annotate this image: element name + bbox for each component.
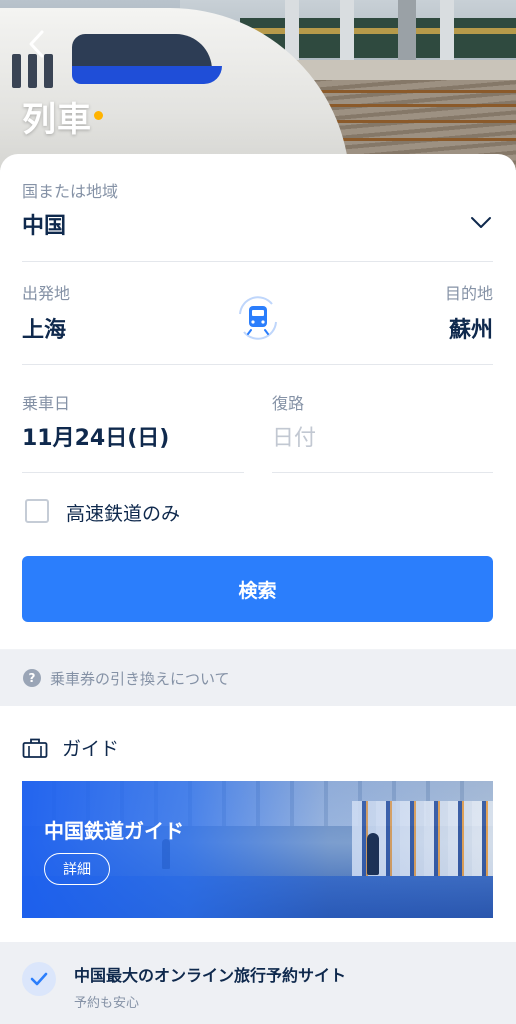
high-speed-only-label[interactable]: 高速鉄道のみ: [66, 499, 180, 526]
guide-title: ガイド: [62, 738, 120, 760]
chevron-down-icon: [471, 217, 491, 228]
divider: [272, 472, 493, 473]
departure-station[interactable]: 上海: [22, 312, 66, 344]
high-speed-only-checkbox[interactable]: [25, 499, 49, 523]
feature-title: 中国最大のオンライン旅行予約サイト: [74, 966, 347, 985]
detail-button[interactable]: 詳細: [44, 853, 110, 885]
briefcase-icon: [22, 738, 48, 758]
ticket-exchange-link[interactable]: 乗車券の引き換えについて: [50, 668, 230, 689]
arrival-station[interactable]: 蘇州: [449, 312, 493, 344]
departure-label: 出発地: [22, 284, 71, 303]
hero-banner: 列車: [0, 0, 516, 170]
divider: [22, 364, 493, 365]
divider: [22, 261, 493, 262]
region-dropdown[interactable]: [468, 209, 494, 235]
page-title: 列車: [22, 92, 103, 141]
return-date-field[interactable]: 日付: [272, 420, 316, 452]
search-button[interactable]: 検索: [22, 556, 493, 622]
trust-feature: 中国最大のオンライン旅行予約サイト 予約も安心: [0, 942, 516, 1024]
chevron-left-icon: [29, 30, 44, 58]
swap-stations-button[interactable]: [232, 292, 284, 344]
ticket-exchange-info[interactable]: ? 乗車券の引き換えについて: [0, 650, 516, 706]
search-form-card: 国または地域 中国 出発地 上海 目的地 蘇州 乗車日 11月24日(日) 復路…: [0, 154, 516, 649]
arrival-label: 目的地: [444, 284, 493, 303]
china-rail-guide-banner[interactable]: 中国鉄道ガイド 詳細: [22, 781, 493, 918]
divider: [22, 472, 244, 473]
guide-section: ガイド 中国鉄道ガイド 詳細: [0, 706, 516, 942]
depart-date-label: 乗車日: [22, 394, 71, 413]
back-button[interactable]: [22, 26, 52, 62]
return-date-label: 復路: [272, 394, 305, 413]
train-swap-icon: [239, 296, 277, 340]
guide-heading: ガイド: [22, 734, 119, 761]
feature-subtitle: 予約も安心: [74, 996, 140, 1011]
region-value[interactable]: 中国: [22, 208, 66, 240]
question-icon: ?: [23, 669, 41, 687]
depart-date[interactable]: 11月24日(日): [22, 420, 169, 452]
banner-title: 中国鉄道ガイド: [44, 819, 184, 843]
region-label: 国または地域: [22, 182, 119, 201]
title-dot: [94, 111, 103, 120]
check-circle-icon: [22, 962, 56, 996]
